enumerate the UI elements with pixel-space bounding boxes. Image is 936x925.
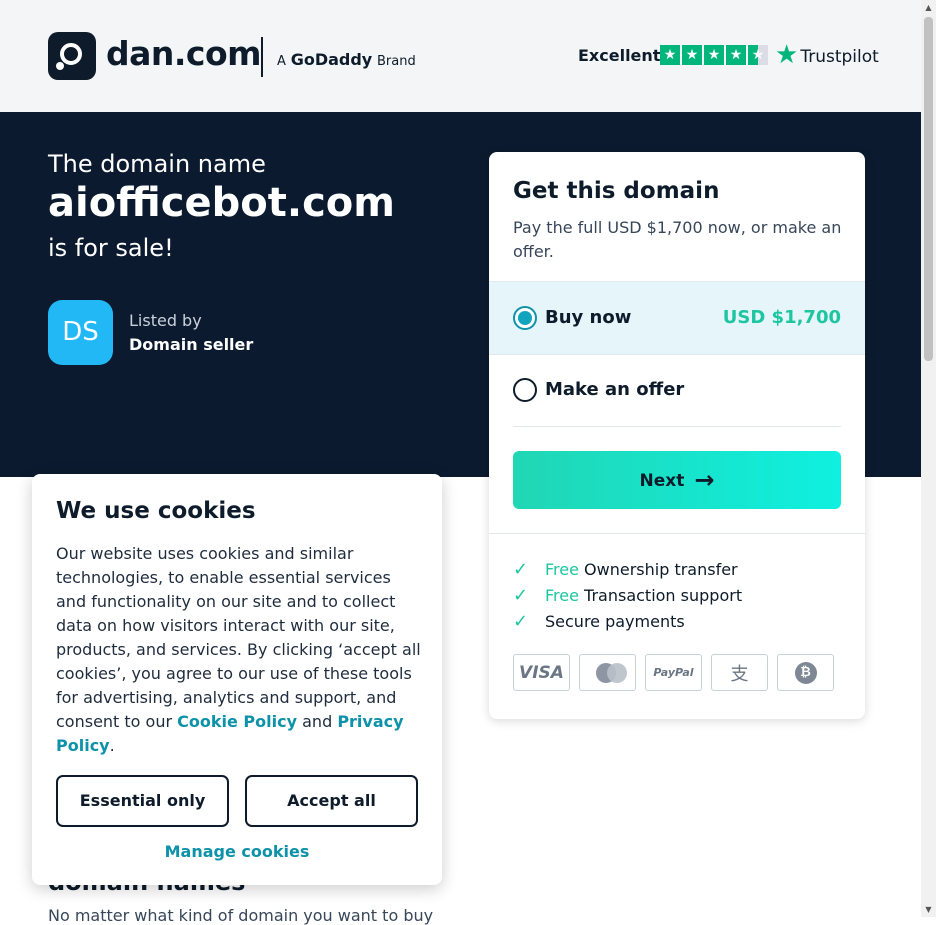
cookie-text: and [297, 712, 338, 731]
mastercard-icon [579, 654, 636, 691]
divider [489, 533, 865, 534]
make-offer-label: Make an offer [545, 379, 685, 400]
visa-icon: VISA [513, 654, 570, 691]
listed-by-label: Listed by [129, 311, 202, 330]
arrow-right-icon: → [694, 466, 715, 494]
star-icon: ★ [660, 45, 680, 65]
domain-name: aiofficebot.com [48, 180, 395, 226]
make-offer-option[interactable]: Make an offer [489, 354, 865, 426]
feature-text: Transaction support [578, 586, 743, 605]
scroll-thumb[interactable] [924, 17, 933, 361]
scroll-down-icon[interactable]: ▼ [921, 902, 936, 917]
feature-text: Ownership transfer [578, 560, 738, 579]
section-text: No matter what kind of domain you want t… [48, 906, 434, 925]
paypal-icon: PayPal [645, 654, 702, 691]
buy-now-price: USD $1,700 [722, 307, 841, 328]
feature-item: ✓ Free Ownership transfer [513, 559, 738, 580]
cookie-body: Our website uses cookies and similar tec… [56, 542, 422, 758]
feature-text: Secure payments [545, 612, 685, 631]
cookie-text: Our website uses cookies and similar tec… [56, 544, 421, 731]
seller-avatar: DS [48, 300, 113, 365]
cookie-banner: We use cookies Our website uses cookies … [32, 474, 442, 885]
half-star-icon: ★ [748, 45, 768, 65]
feature-item: ✓ Secure payments [513, 611, 685, 632]
trustpilot-rating-label: Excellent [578, 46, 661, 65]
godaddy-brand-tag: A GoDaddy Brand [277, 50, 416, 69]
dan-logo-text[interactable]: dan.com [106, 34, 262, 73]
scroll-up-icon[interactable]: ▲ [921, 0, 936, 15]
brand-suffix: Brand [377, 54, 416, 69]
page-scrollbar[interactable]: ▲ ▼ [921, 0, 936, 917]
cookie-text: . [109, 736, 115, 755]
alipay-icon: 支 [711, 654, 768, 691]
buy-now-radio[interactable] [513, 306, 537, 330]
site-header: dan.com A GoDaddy Brand Excellent ★ ★ ★ … [0, 0, 921, 112]
cookie-title: We use cookies [56, 498, 256, 524]
star-icon: ★ [704, 45, 724, 65]
card-title: Get this domain [513, 178, 720, 204]
divider [513, 426, 841, 427]
manage-cookies-link[interactable]: Manage cookies [32, 842, 442, 861]
bitcoin-icon: ₿ [777, 654, 834, 691]
buy-now-option[interactable]: Buy now USD $1,700 [489, 281, 865, 355]
brand-prefix: A [277, 54, 286, 69]
check-icon: ✓ [513, 611, 529, 632]
star-icon: ★ [682, 45, 702, 65]
free-label: Free [545, 586, 579, 605]
purchase-card: Get this domain Pay the full USD $1,700 … [489, 152, 865, 719]
next-button[interactable]: Next → [513, 451, 841, 509]
essential-only-button[interactable]: Essential only [56, 775, 229, 827]
next-label: Next [639, 471, 685, 491]
card-subtitle: Pay the full USD $1,700 now, or make an … [513, 218, 842, 261]
cookie-policy-link[interactable]: Cookie Policy [177, 712, 297, 731]
dan-logo-icon[interactable] [48, 32, 96, 80]
seller-name: Domain seller [129, 335, 254, 354]
logo-divider [261, 37, 263, 77]
buy-now-label: Buy now [545, 307, 632, 328]
free-label: Free [545, 560, 579, 579]
hero-pre-text: The domain name [48, 150, 266, 178]
check-icon: ✓ [513, 585, 529, 606]
payment-methods: VISA PayPal 支 ₿ [513, 654, 834, 691]
trustpilot-logo: ★ Trustpilot [775, 42, 879, 68]
hero-post-text: is for sale! [48, 234, 174, 262]
accept-all-button[interactable]: Accept all [245, 775, 418, 827]
star-icon: ★ [726, 45, 746, 65]
brand-name: GoDaddy [290, 50, 373, 69]
trustpilot-name: Trustpilot [800, 47, 879, 67]
feature-item: ✓ Free Transaction support [513, 585, 742, 606]
make-offer-radio[interactable] [513, 378, 537, 402]
trustpilot-star-icon: ★ [775, 40, 799, 70]
trustpilot-stars: ★ ★ ★ ★ ★ [660, 45, 768, 65]
check-icon: ✓ [513, 559, 529, 580]
